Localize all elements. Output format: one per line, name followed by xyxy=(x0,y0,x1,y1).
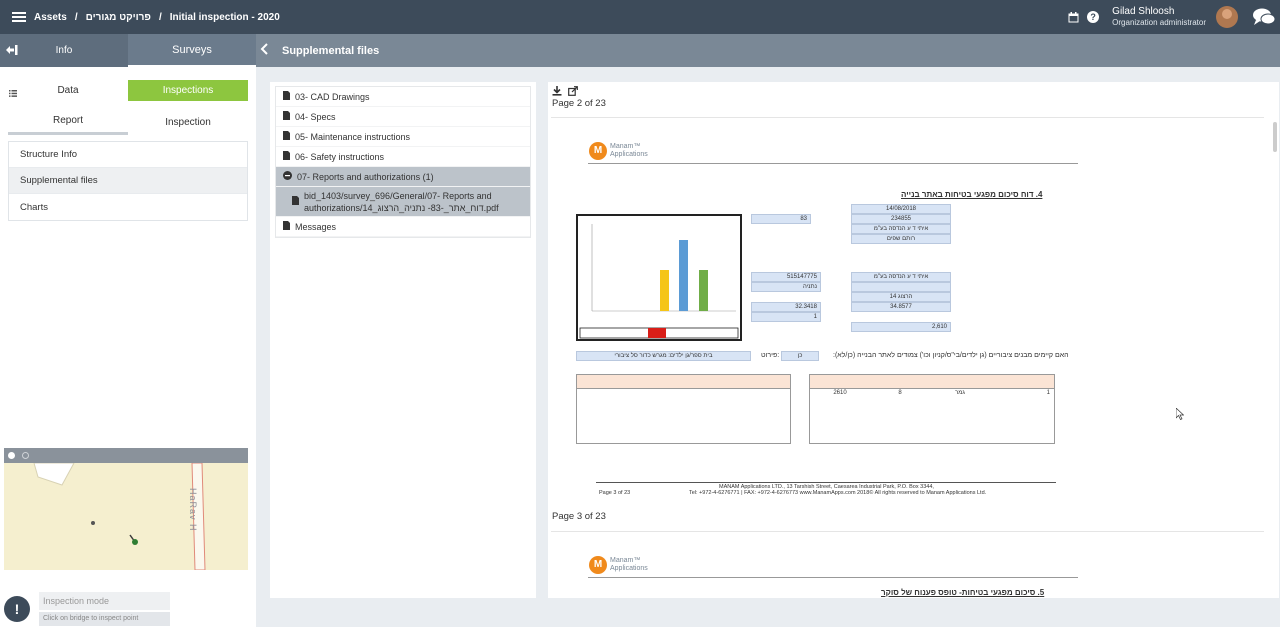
breadcrumb-project[interactable]: פרויקט מגורים xyxy=(86,12,151,23)
pdf-page: M Manam™ Applications 4. דוח סיכום מפגעי … xyxy=(551,117,1264,527)
map[interactable]: HaRav H xyxy=(4,448,248,570)
list-icon[interactable] xyxy=(9,88,17,100)
file-icon xyxy=(283,111,290,122)
top-bar: Assets / פרויקט מגורים / Initial inspect… xyxy=(0,0,1280,34)
chat-icon[interactable] xyxy=(1252,6,1276,28)
viewer-scrollbar[interactable] xyxy=(1273,122,1277,152)
map-layer-icon[interactable] xyxy=(8,452,15,459)
menu-charts[interactable]: Charts xyxy=(9,194,247,220)
folder-cad-drawings[interactable]: 03- CAD Drawings xyxy=(276,87,530,107)
buildings-table: 2610 8 גמר 1 xyxy=(809,374,1055,444)
breadcrumb-assets[interactable]: Assets xyxy=(34,12,67,23)
top-right: ? Gilad Shloosh Organization administrat… xyxy=(1066,0,1280,34)
left-panel: Info Surveys Data Inspections Report Ins… xyxy=(0,34,256,627)
collapse-icon xyxy=(283,171,292,182)
manam-logo-2: M Manam™ Applications xyxy=(589,556,648,574)
tab-inspection[interactable]: Inspection xyxy=(128,109,248,135)
inspection-mode: ! Inspection mode Click on bridge to ins… xyxy=(4,592,170,626)
folder-specs[interactable]: 04- Specs xyxy=(276,107,530,127)
pdf-page-2: M Manam™ Applications 5. סיכום מפגעי בטיח… xyxy=(551,531,1264,598)
help-icon[interactable]: ? xyxy=(1086,10,1100,24)
inspection-mode-hint: Click on bridge to inspect point xyxy=(39,612,170,626)
inspection-mode-box: Inspection mode Click on bridge to inspe… xyxy=(10,592,170,626)
file-report-pdf[interactable]: bid_1403/survey_696/General/07- Reports … xyxy=(276,187,530,217)
segment-inspections[interactable]: Inspections xyxy=(128,80,248,101)
folder-maintenance[interactable]: 05- Maintenance instructions xyxy=(276,127,530,147)
breadcrumb-separator: / xyxy=(158,11,162,23)
viewer-toolbar xyxy=(552,86,584,97)
exit-icon[interactable] xyxy=(6,45,18,58)
content-header: Supplemental files xyxy=(256,34,1280,67)
map-canvas xyxy=(4,463,248,570)
avatar[interactable] xyxy=(1216,6,1238,28)
file-tree: 03- CAD Drawings 04- Specs 05- Maintenan… xyxy=(275,86,531,238)
file-icon xyxy=(283,151,290,162)
open-external-icon[interactable] xyxy=(568,86,579,97)
section-title-2: 5. סיכום מפגעי בטיחות- טופס פענוח של סוק… xyxy=(881,588,1045,597)
download-icon[interactable] xyxy=(552,86,563,97)
tab-report[interactable]: Report xyxy=(8,109,128,135)
tab-info[interactable]: Info xyxy=(0,34,128,67)
segment-data[interactable]: Data xyxy=(8,80,128,101)
section-title: 4. דוח סיכום מפגעי בטיחות באתר בנייה xyxy=(901,190,1043,199)
file-icon xyxy=(283,91,290,102)
menu-icon[interactable] xyxy=(12,12,26,22)
user-role: Organization administrator xyxy=(1112,18,1206,27)
menu-structure-info[interactable]: Structure Info xyxy=(9,142,247,168)
breadcrumb-inspection[interactable]: Initial inspection - 2020 xyxy=(170,12,280,23)
breadcrumb-separator: / xyxy=(74,11,78,23)
user-info[interactable]: Gilad Shloosh Organization administrator xyxy=(1112,6,1206,28)
page-title: Supplemental files xyxy=(282,44,380,57)
breadcrumb: Assets / פרויקט מגורים / Initial inspect… xyxy=(34,12,280,23)
file-icon xyxy=(283,131,290,142)
safety-table xyxy=(576,374,791,444)
map-toolbar xyxy=(4,448,248,463)
page-label: Page 2 of 23 xyxy=(552,98,606,109)
folder-safety[interactable]: 06- Safety instructions xyxy=(276,147,530,167)
folder-reports[interactable]: 07- Reports and authorizations (1) xyxy=(276,167,530,187)
file-icon xyxy=(292,196,299,207)
file-icon xyxy=(283,221,290,232)
sub-tabs: Report Inspection xyxy=(8,109,248,135)
tab-surveys[interactable]: Surveys xyxy=(128,34,256,67)
user-name: Gilad Shloosh xyxy=(1112,6,1175,17)
chart-figure xyxy=(576,214,742,341)
pdf-viewer[interactable]: Page 2 of 23 M Manam™ Applications 4. דוח… xyxy=(548,82,1279,598)
map-road-label: HaRav H xyxy=(188,488,198,532)
page-label-2: Page 3 of 23 xyxy=(552,511,606,522)
menu-supplemental-files[interactable]: Supplemental files xyxy=(9,168,247,194)
inspection-mode-title: Inspection mode xyxy=(39,592,170,610)
chevron-left-icon[interactable] xyxy=(260,43,270,58)
map-locate-icon[interactable] xyxy=(22,452,29,459)
inspection-mode-button[interactable]: ! xyxy=(4,596,30,622)
mouse-cursor-icon xyxy=(1175,407,1185,423)
manam-logo: M Manam™ Applications xyxy=(589,142,648,160)
left-tabs: Info Surveys xyxy=(0,34,256,67)
calendar-icon[interactable] xyxy=(1066,10,1080,24)
bar-chart xyxy=(578,216,740,339)
segment-control: Data Inspections xyxy=(8,80,248,101)
files-panel: 03- CAD Drawings 04- Specs 05- Maintenan… xyxy=(270,82,536,598)
report-menu: Structure Info Supplemental files Charts xyxy=(8,141,248,221)
folder-messages[interactable]: Messages xyxy=(276,217,530,237)
